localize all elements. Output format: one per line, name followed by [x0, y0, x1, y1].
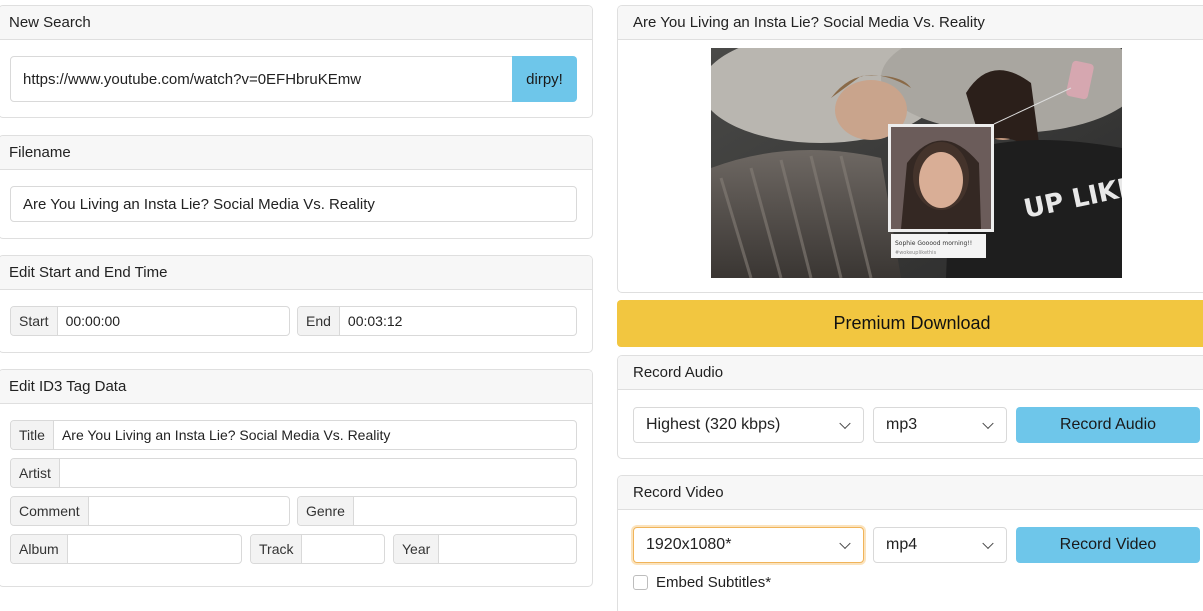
id3-comment-group: Comment [10, 496, 290, 526]
embed-subtitles-label[interactable]: Embed Subtitles* [656, 574, 771, 591]
video-resolution-select[interactable]: 1920x1080* [633, 527, 864, 563]
title-input[interactable]: Are You Living an Insta Lie? Social Medi… [54, 421, 576, 449]
audio-format-value: mp3 [886, 416, 918, 433]
start-time-group: Start 00:00:00 [10, 306, 290, 336]
chevron-down-icon [839, 537, 851, 550]
chevron-down-icon [982, 537, 994, 550]
artist-input[interactable] [60, 459, 576, 487]
id3-artist-group: Artist [10, 458, 577, 488]
genre-input[interactable] [354, 497, 576, 525]
filename-header: Filename [0, 136, 592, 170]
audio-quality-value: Highest (320 kbps) [646, 416, 781, 433]
record-audio-header: Record Audio [618, 356, 1203, 390]
thumb-caption-name: Sophie Gooood morning!! [895, 240, 972, 247]
end-time-input[interactable]: 00:03:12 [340, 307, 576, 335]
video-title: Are You Living an Insta Lie? Social Medi… [618, 6, 1203, 40]
thumbnail-image: UP LIKE THIS Sophie Gooood morning!! #wo… [711, 48, 1122, 278]
embed-subtitles-checkbox[interactable] [633, 575, 648, 590]
comment-label: Comment [11, 497, 89, 525]
time-header: Edit Start and End Time [0, 256, 592, 290]
id3-year-group: Year [393, 534, 577, 564]
start-time-input[interactable]: 00:00:00 [58, 307, 289, 335]
album-label: Album [11, 535, 68, 563]
audio-quality-select[interactable]: Highest (320 kbps) [633, 407, 864, 443]
record-video-button[interactable]: Record Video [1016, 527, 1200, 563]
filename-input[interactable]: Are You Living an Insta Lie? Social Medi… [10, 186, 577, 222]
chevron-down-icon [982, 417, 994, 430]
artist-label: Artist [11, 459, 60, 487]
end-time-group: End 00:03:12 [297, 306, 577, 336]
dirpy-button[interactable]: dirpy! [512, 56, 577, 102]
start-label: Start [11, 307, 58, 335]
id3-genre-group: Genre [297, 496, 577, 526]
premium-download-button[interactable]: Premium Download [617, 300, 1203, 347]
video-format-select[interactable]: mp4 [873, 527, 1007, 563]
title-label: Title [11, 421, 54, 449]
end-label: End [298, 307, 340, 335]
year-label: Year [394, 535, 440, 563]
video-thumbnail[interactable]: UP LIKE THIS Sophie Gooood morning!! #wo… [711, 48, 1122, 278]
time-card: Edit Start and End Time [0, 255, 593, 353]
comment-input[interactable] [89, 497, 289, 525]
track-input[interactable] [302, 535, 384, 563]
record-audio-button[interactable]: Record Audio [1016, 407, 1200, 443]
record-video-header: Record Video [618, 476, 1203, 510]
new-search-header: New Search [0, 6, 592, 40]
audio-format-select[interactable]: mp3 [873, 407, 1007, 443]
id3-header: Edit ID3 Tag Data [0, 370, 592, 404]
album-input[interactable] [68, 535, 241, 563]
video-format-value: mp4 [886, 536, 918, 553]
id3-track-group: Track [250, 534, 385, 564]
year-input[interactable] [439, 535, 576, 563]
chevron-down-icon [839, 417, 851, 430]
id3-title-group: Title Are You Living an Insta Lie? Socia… [10, 420, 577, 450]
track-label: Track [251, 535, 303, 563]
genre-label: Genre [298, 497, 354, 525]
video-resolution-value: 1920x1080* [646, 536, 732, 553]
thumb-caption-tag: #wokeuplikethis [895, 250, 937, 256]
url-input[interactable]: https://www.youtube.com/watch?v=0EFHbruK… [10, 56, 513, 102]
id3-album-group: Album [10, 534, 242, 564]
